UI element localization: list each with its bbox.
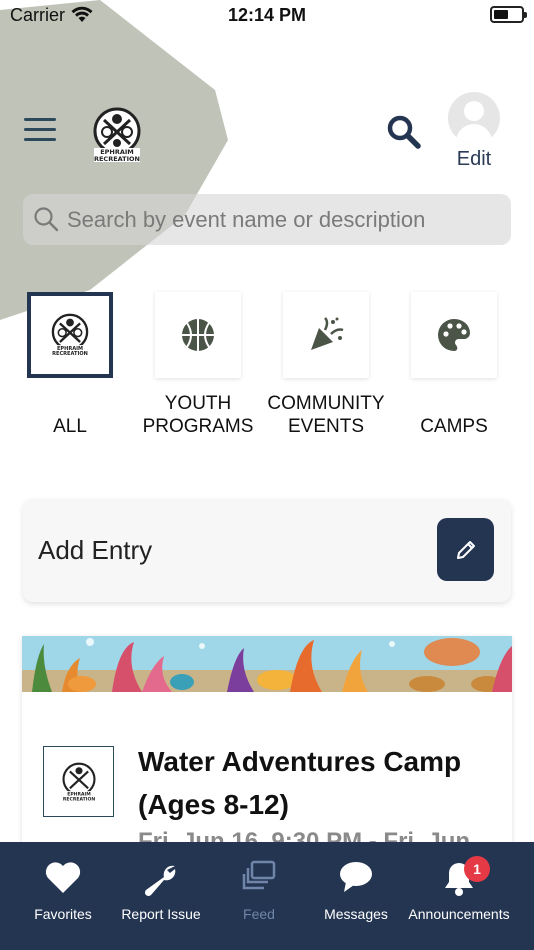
category-filter-row: EPHRAIM RECREATION ALL YOUTH PROGRAMS CO… <box>0 292 534 442</box>
ephraim-recreation-logo: EPHRAIM RECREATION <box>93 107 141 163</box>
event-title[interactable]: Water Adventures Camp (Ages 8-12) <box>138 740 498 826</box>
category-tile-youth-programs[interactable] <box>155 292 241 378</box>
svg-text:EPHRAIM: EPHRAIM <box>67 791 91 797</box>
palette-icon <box>438 319 470 351</box>
search-icon <box>34 207 59 232</box>
ephraim-recreation-logo: EPHRAIM RECREATION <box>51 313 89 357</box>
category-tile-community-events[interactable] <box>283 292 369 378</box>
add-entry-button[interactable] <box>437 518 494 581</box>
svg-text:RECREATION: RECREATION <box>52 351 88 357</box>
profile[interactable]: Edit <box>446 92 502 171</box>
search-icon[interactable] <box>386 114 422 150</box>
add-entry-card[interactable]: Add Entry <box>23 499 511 602</box>
ephraim-recreation-logo: EPHRAIM RECREATION <box>61 762 96 802</box>
tab-favorites[interactable]: Favorites <box>8 842 118 950</box>
notification-badge: 1 <box>464 856 490 882</box>
category-all[interactable]: EPHRAIM RECREATION ALL <box>5 292 135 438</box>
category-label: YOUTH PROGRAMS <box>142 393 254 437</box>
edit-profile-link[interactable]: Edit <box>446 148 502 171</box>
chat-bubble-icon <box>340 862 372 892</box>
clock: 12:14 PM <box>227 5 307 25</box>
search-input[interactable]: Search by event name or description <box>23 194 511 245</box>
svg-text:RECREATION: RECREATION <box>62 796 94 802</box>
heart-icon <box>45 862 81 893</box>
category-tile-camps[interactable] <box>411 292 497 378</box>
category-tile-all[interactable]: EPHRAIM RECREATION <box>27 292 113 378</box>
category-camps[interactable]: CAMPS <box>389 292 519 438</box>
hamburger-menu-icon[interactable] <box>24 118 60 148</box>
category-community-events[interactable]: COMMUNITY EVENTS <box>261 292 391 438</box>
wrench-icon <box>144 865 176 897</box>
status-bar: Carrier 12:14 PM <box>0 0 534 32</box>
add-entry-label: Add Entry <box>38 535 153 565</box>
tab-messages[interactable]: Messages <box>301 842 411 950</box>
tab-label: Announcements <box>408 906 510 922</box>
feed-icon <box>242 860 276 890</box>
search-placeholder: Search by event name or description <box>67 207 426 232</box>
battery-icon <box>490 6 527 23</box>
tab-feed[interactable]: Feed <box>204 842 314 950</box>
basketball-icon <box>182 319 214 351</box>
event-banner-image <box>22 636 512 692</box>
category-label: CAMPS <box>420 416 488 437</box>
event-organizer-logo: EPHRAIM RECREATION <box>43 746 114 817</box>
event-card[interactable]: EPHRAIM RECREATION Water Adventures Camp… <box>22 636 512 856</box>
tab-announcements[interactable]: 1 Announcements <box>404 842 514 950</box>
party-popper-icon <box>311 317 344 350</box>
category-label: ALL <box>53 416 87 437</box>
svg-text:RECREATION: RECREATION <box>94 155 140 163</box>
category-label: COMMUNITY EVENTS <box>267 393 385 437</box>
pencil-icon <box>456 540 475 559</box>
category-youth-programs[interactable]: YOUTH PROGRAMS <box>133 292 263 438</box>
bottom-tab-bar: Favorites Report Issue Feed Messages 1 A… <box>0 842 534 950</box>
avatar[interactable] <box>448 92 500 144</box>
tab-report-issue[interactable]: Report Issue <box>106 842 216 950</box>
